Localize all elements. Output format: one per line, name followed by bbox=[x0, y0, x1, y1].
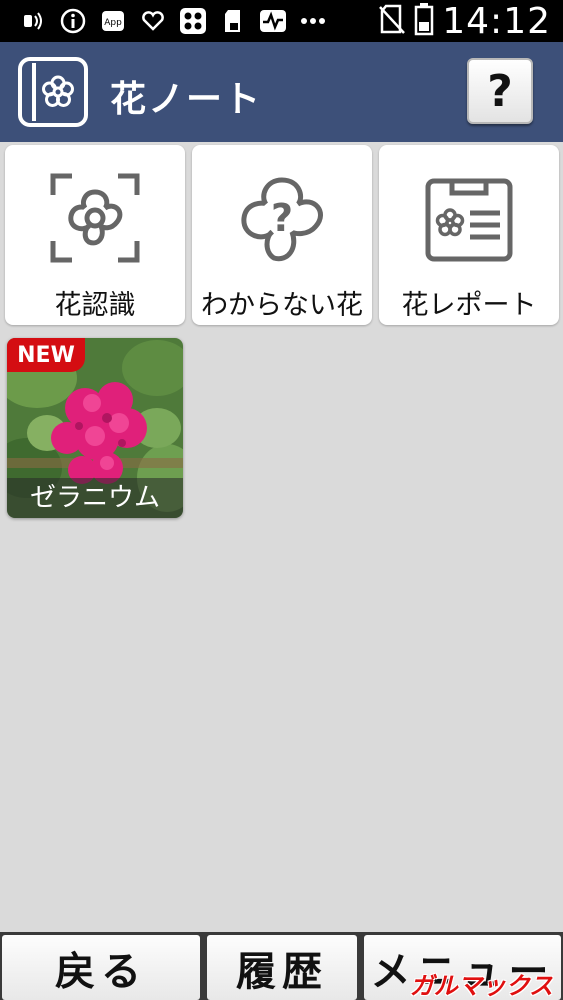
page-title: 花ノート bbox=[110, 79, 263, 120]
activity-icon bbox=[258, 7, 288, 35]
apps-grid-icon bbox=[178, 7, 208, 35]
clipboard-report-icon bbox=[424, 173, 514, 263]
sd-card-icon bbox=[218, 7, 248, 35]
notification-icons: App bbox=[18, 7, 328, 35]
tile-flower-recognition[interactable]: 花認識 bbox=[5, 145, 185, 325]
tile-flower-report[interactable]: 花レポート bbox=[379, 145, 559, 325]
flower-notebook-icon bbox=[18, 57, 88, 127]
tile-label: わからない花 bbox=[201, 290, 363, 321]
app-header: 花ノート ? bbox=[0, 42, 563, 142]
svg-text:App: App bbox=[104, 18, 122, 28]
info-icon bbox=[58, 7, 88, 35]
flower-question-icon: ? bbox=[237, 173, 327, 263]
history-button[interactable]: 履歴 bbox=[207, 935, 357, 1000]
app-icon: App bbox=[98, 7, 128, 35]
svg-text:?: ? bbox=[271, 196, 293, 240]
no-sim-icon bbox=[378, 3, 406, 39]
record-card-geranium[interactable]: NEW ゼラニウム bbox=[7, 338, 183, 518]
status-bar: App 14:12 bbox=[0, 0, 563, 42]
nfc-icon bbox=[18, 7, 48, 35]
help-button[interactable]: ? bbox=[467, 58, 533, 124]
new-badge: NEW bbox=[7, 338, 85, 372]
heart-cloud-icon bbox=[138, 7, 168, 35]
record-name: ゼラニウム bbox=[7, 478, 183, 518]
flower-scan-icon bbox=[50, 173, 140, 263]
tile-label: 花レポート bbox=[401, 290, 537, 321]
site-watermark: ガルマックス bbox=[409, 972, 553, 1000]
tile-label: 花認識 bbox=[54, 290, 136, 321]
more-icon bbox=[298, 7, 328, 35]
status-right: 14:12 bbox=[378, 0, 551, 42]
clock-time: 14:12 bbox=[442, 0, 551, 42]
battery-icon bbox=[414, 2, 434, 40]
tile-unknown-flower[interactable]: ? わからない花 bbox=[192, 145, 372, 325]
back-button[interactable]: 戻る bbox=[2, 935, 200, 1000]
